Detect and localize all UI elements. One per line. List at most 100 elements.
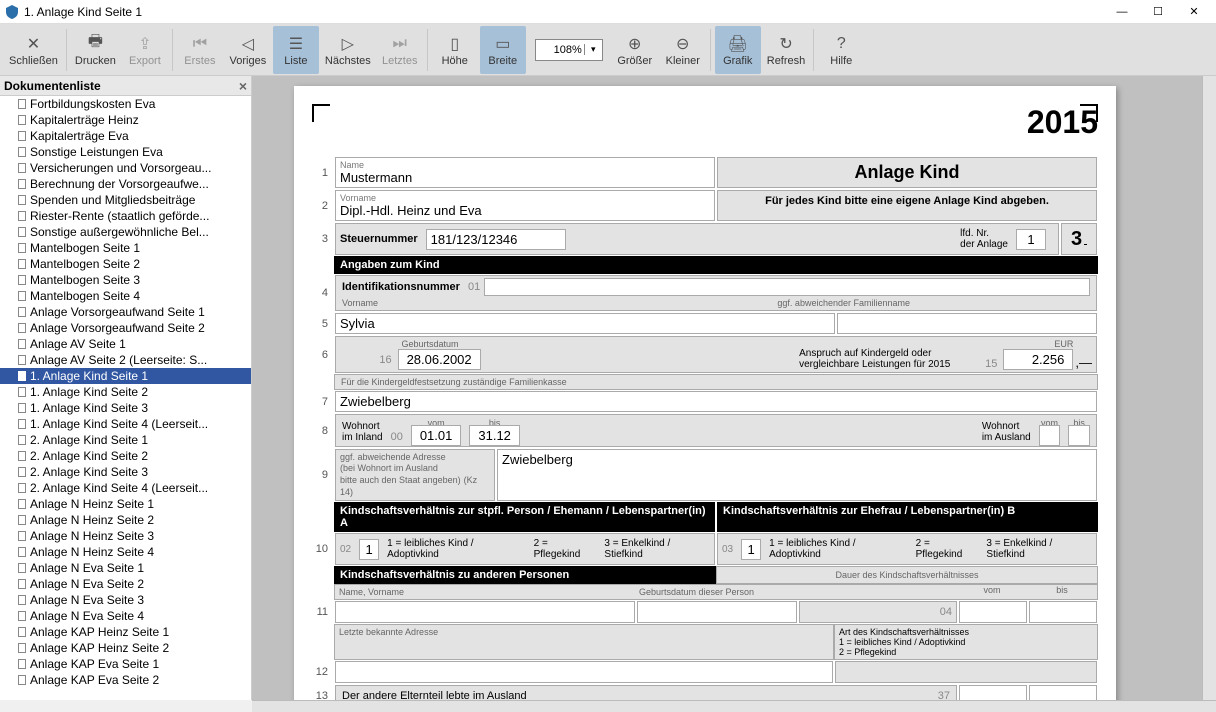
list-item[interactable]: Sonstige Leistungen Eva: [0, 144, 251, 160]
list-item[interactable]: Mantelbogen Seite 2: [0, 256, 251, 272]
graphic-button[interactable]: 🖨Grafik: [715, 26, 761, 74]
last-page-button[interactable]: ⏭Letztes: [377, 26, 423, 74]
crop-mark-tl: [312, 104, 330, 122]
child-birthdate: 28.06.2002: [398, 349, 481, 370]
list-item[interactable]: Anlage N Heinz Seite 4: [0, 544, 251, 560]
print-button[interactable]: 🖶Drucken: [71, 26, 120, 74]
app-logo-icon: [4, 4, 20, 20]
kindergeld-amount: 2.256: [1003, 349, 1073, 370]
list-item[interactable]: Anlage N Eva Seite 3: [0, 592, 251, 608]
fit-width-button[interactable]: ▭Breite: [480, 26, 526, 74]
close-button[interactable]: ✕Schließen: [5, 26, 62, 74]
document-list[interactable]: Fortbildungskosten EvaKapitalerträge Hei…: [0, 96, 251, 700]
vorname-field: Vorname Dipl.-Hdl. Heinz und Eva: [335, 190, 715, 221]
maximize-button[interactable]: ☐: [1140, 0, 1176, 24]
list-item[interactable]: Kapitalerträge Heinz: [0, 112, 251, 128]
minimize-button[interactable]: —: [1104, 0, 1140, 24]
page-preview[interactable]: 2015 1 Name Mustermann Anlage Kind: [252, 76, 1216, 700]
list-item[interactable]: Anlage AV Seite 1: [0, 336, 251, 352]
list-item[interactable]: Anlage Vorsorgeaufwand Seite 2: [0, 320, 251, 336]
familienkasse: Zwiebelberg: [335, 391, 1097, 412]
list-item[interactable]: Kapitalerträge Eva: [0, 128, 251, 144]
window-title: 1. Anlage Kind Seite 1: [24, 5, 1104, 19]
vertical-scrollbar[interactable]: [1202, 76, 1216, 700]
graphic-icon: 🖨: [728, 33, 748, 55]
width-icon: ▭: [495, 33, 510, 55]
zoom-combo[interactable]: ▾: [535, 39, 603, 61]
last-icon: ⏭: [393, 33, 407, 55]
export-button: ⇪Export: [122, 26, 168, 74]
list-item[interactable]: Anlage N Eva Seite 1: [0, 560, 251, 576]
list-item[interactable]: Anlage N Heinz Seite 1: [0, 496, 251, 512]
sidebar-close-button[interactable]: ×: [239, 78, 247, 94]
list-item[interactable]: Mantelbogen Seite 1: [0, 240, 251, 256]
close-icon: ✕: [27, 33, 40, 55]
list-item[interactable]: Fortbildungskosten Eva: [0, 96, 251, 112]
section-header-a: Kindschaftsverhältnis zur stpfl. Person …: [334, 502, 715, 532]
prev-icon: ◁: [242, 33, 254, 55]
chevron-down-icon[interactable]: ▾: [584, 44, 602, 55]
next-page-button[interactable]: ▷Nächstes: [321, 26, 375, 74]
list-item[interactable]: Anlage AV Seite 2 (Leerseite: S...: [0, 352, 251, 368]
list-item[interactable]: Riester-Rente (staatlich geförde...: [0, 208, 251, 224]
corner-counter: 3: [1061, 223, 1097, 255]
refresh-button[interactable]: ↻Refresh: [763, 26, 810, 74]
zoom-out-button[interactable]: ⊖Kleiner: [660, 26, 706, 74]
zoom-in-button[interactable]: ⊕Größer: [612, 26, 658, 74]
refresh-icon: ↻: [779, 33, 792, 55]
list-item[interactable]: Anlage N Eva Seite 2: [0, 576, 251, 592]
zoom-input[interactable]: [536, 44, 584, 56]
zoom-out-icon: ⊖: [676, 33, 689, 55]
close-window-button[interactable]: ✕: [1176, 0, 1212, 24]
list-toggle-button[interactable]: ☰Liste: [273, 26, 319, 74]
taxno-row: Steuernummer 181/123/12346 lfd. Nr. der …: [335, 223, 1059, 255]
list-item[interactable]: Anlage N Eva Seite 4: [0, 608, 251, 624]
list-item[interactable]: Anlage KAP Heinz Seite 2: [0, 640, 251, 656]
fit-height-button[interactable]: ▯Höhe: [432, 26, 478, 74]
next-icon: ▷: [342, 33, 354, 55]
list-item[interactable]: Mantelbogen Seite 4: [0, 288, 251, 304]
list-item[interactable]: Sonstige außergewöhnliche Bel...: [0, 224, 251, 240]
list-item[interactable]: 2. Anlage Kind Seite 2: [0, 448, 251, 464]
list-item[interactable]: 2. Anlage Kind Seite 4 (Leerseit...: [0, 480, 251, 496]
export-icon: ⇪: [138, 33, 151, 55]
title-bar: 1. Anlage Kind Seite 1 — ☐ ✕: [0, 0, 1216, 24]
print-icon: 🖶: [88, 33, 103, 55]
help-icon: ?: [837, 33, 846, 55]
list-item[interactable]: Versicherungen und Vorsorgeau...: [0, 160, 251, 176]
document-sidebar: Dokumentenliste × Fortbildungskosten Eva…: [0, 76, 252, 700]
list-item[interactable]: 2. Anlage Kind Seite 3: [0, 464, 251, 480]
list-item[interactable]: Anlage N Heinz Seite 2: [0, 512, 251, 528]
first-icon: ⏮: [193, 33, 207, 55]
first-page-button[interactable]: ⏮Erstes: [177, 26, 223, 74]
list-item[interactable]: 1. Anlage Kind Seite 2: [0, 384, 251, 400]
form-year: 2015: [1027, 104, 1098, 141]
list-icon: ☰: [289, 33, 303, 55]
list-item[interactable]: Mantelbogen Seite 3: [0, 272, 251, 288]
list-item[interactable]: 1. Anlage Kind Seite 4 (Leerseit...: [0, 416, 251, 432]
main-toolbar: ✕Schließen 🖶Drucken ⇪Export ⏮Erstes ◁Vor…: [0, 24, 1216, 76]
height-icon: ▯: [450, 33, 459, 55]
list-item[interactable]: Spenden und Mitgliedsbeiträge: [0, 192, 251, 208]
form-page: 2015 1 Name Mustermann Anlage Kind: [294, 86, 1116, 700]
section-header-c: Kindschaftsverhältnis zu anderen Persone…: [334, 566, 716, 584]
list-item[interactable]: Berechnung der Vorsorgeaufwe...: [0, 176, 251, 192]
list-item[interactable]: 2. Anlage Kind Seite 1: [0, 432, 251, 448]
list-item[interactable]: Anlage KAP Eva Seite 2: [0, 672, 251, 688]
horizontal-scrollbar[interactable]: [252, 700, 1216, 712]
child-vorname: Sylvia: [335, 313, 835, 334]
list-item[interactable]: Anlage N Heinz Seite 3: [0, 528, 251, 544]
sidebar-header: Dokumentenliste ×: [0, 76, 251, 96]
list-item[interactable]: 1. Anlage Kind Seite 1: [0, 368, 251, 384]
section-header-angaben: Angaben zum Kind: [334, 256, 1098, 274]
list-item[interactable]: 1. Anlage Kind Seite 3: [0, 400, 251, 416]
name-field: Name Mustermann: [335, 157, 715, 188]
help-button[interactable]: ?Hilfe: [818, 26, 864, 74]
line-no: 1: [312, 156, 334, 189]
prev-page-button[interactable]: ◁Voriges: [225, 26, 271, 74]
list-item[interactable]: Anlage Vorsorgeaufwand Seite 1: [0, 304, 251, 320]
section-header-b: Kindschaftsverhältnis zur Ehefrau / Lebe…: [717, 502, 1098, 532]
list-item[interactable]: Anlage KAP Heinz Seite 1: [0, 624, 251, 640]
zoom-in-icon: ⊕: [628, 33, 641, 55]
list-item[interactable]: Anlage KAP Eva Seite 1: [0, 656, 251, 672]
